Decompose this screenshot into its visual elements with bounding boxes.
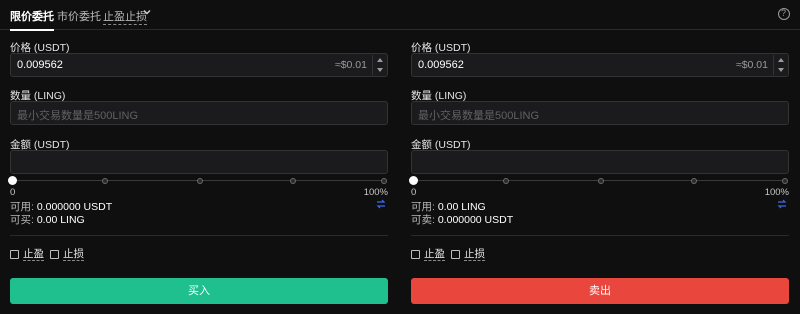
slider-step-100[interactable] — [782, 178, 788, 184]
slider-handle[interactable] — [409, 176, 418, 185]
slider-step-75[interactable] — [290, 178, 296, 184]
buy-panel: 价格 (USDT) 0.009562 ≈$0.01 数量 (LING) 最小交易… — [8, 30, 388, 314]
price-value: 0.009562 — [17, 59, 63, 71]
slider-min-label: 0 — [10, 187, 16, 198]
divider — [411, 235, 789, 236]
price-input[interactable]: 0.009562 ≈$0.01 — [10, 53, 388, 77]
can-buy-row: 可买: 0.00 LING — [10, 212, 85, 227]
take-profit-checkbox[interactable] — [10, 250, 19, 259]
total-input[interactable] — [10, 150, 388, 174]
amount-slider[interactable] — [8, 176, 388, 186]
price-approx: ≈$0.01 — [334, 59, 367, 71]
stop-loss-label[interactable]: 止损 — [464, 249, 485, 261]
price-stepper[interactable] — [372, 55, 386, 75]
slider-step-50[interactable] — [598, 178, 604, 184]
decrement-icon[interactable] — [778, 68, 784, 72]
buy-button[interactable]: 买入 — [10, 278, 388, 304]
swap-icon[interactable] — [777, 199, 787, 209]
amount-placeholder: 最小交易数量是500LING — [418, 110, 540, 122]
slider-step-100[interactable] — [381, 178, 387, 184]
can-sell-row: 可卖: 0.000000 USDT — [411, 212, 513, 227]
increment-icon[interactable] — [377, 58, 383, 62]
slider-step-25[interactable] — [503, 178, 509, 184]
chevron-down-icon[interactable] — [142, 7, 152, 17]
slider-step-25[interactable] — [102, 178, 108, 184]
tab-limit-order[interactable]: 限价委托 — [10, 8, 54, 31]
price-value: 0.009562 — [418, 59, 464, 71]
stop-loss-label[interactable]: 止损 — [63, 249, 84, 261]
can-sell-label: 可卖: — [411, 214, 435, 226]
sell-button[interactable]: 卖出 — [411, 278, 789, 304]
help-circle-icon[interactable] — [778, 8, 790, 20]
total-input[interactable] — [411, 150, 789, 174]
slider-min-label: 0 — [411, 187, 417, 198]
take-profit-checkbox[interactable] — [411, 250, 420, 259]
divider — [10, 235, 388, 236]
stop-loss-checkbox[interactable] — [50, 250, 59, 259]
can-buy-value: 0.00 LING — [36, 214, 85, 226]
amount-input[interactable]: 最小交易数量是500LING — [411, 101, 789, 125]
amount-input[interactable]: 最小交易数量是500LING — [10, 101, 388, 125]
amount-slider[interactable] — [409, 176, 789, 186]
can-buy-label: 可买: — [10, 214, 34, 226]
slider-handle[interactable] — [8, 176, 17, 185]
price-stepper[interactable] — [773, 55, 787, 75]
price-input[interactable]: 0.009562 ≈$0.01 — [411, 53, 789, 77]
slider-max-label: 100% — [363, 187, 388, 198]
tab-stop-order[interactable]: 止盈止损 — [103, 8, 147, 25]
can-sell-value: 0.000000 USDT — [437, 214, 514, 226]
sell-panel: 价格 (USDT) 0.009562 ≈$0.01 数量 (LING) 最小交易… — [409, 30, 789, 314]
slider-max-label: 100% — [764, 187, 789, 198]
increment-icon[interactable] — [778, 58, 784, 62]
slider-step-75[interactable] — [691, 178, 697, 184]
tab-market-order[interactable]: 市价委托 — [57, 8, 101, 24]
take-profit-label[interactable]: 止盈 — [23, 249, 44, 261]
slider-step-50[interactable] — [197, 178, 203, 184]
amount-placeholder: 最小交易数量是500LING — [17, 110, 139, 122]
order-type-tabs: 限价委托 市价委托 止盈止损 — [0, 0, 800, 31]
decrement-icon[interactable] — [377, 68, 383, 72]
price-approx: ≈$0.01 — [735, 59, 768, 71]
take-profit-label[interactable]: 止盈 — [424, 249, 445, 261]
swap-icon[interactable] — [376, 199, 386, 209]
stop-loss-checkbox[interactable] — [451, 250, 460, 259]
